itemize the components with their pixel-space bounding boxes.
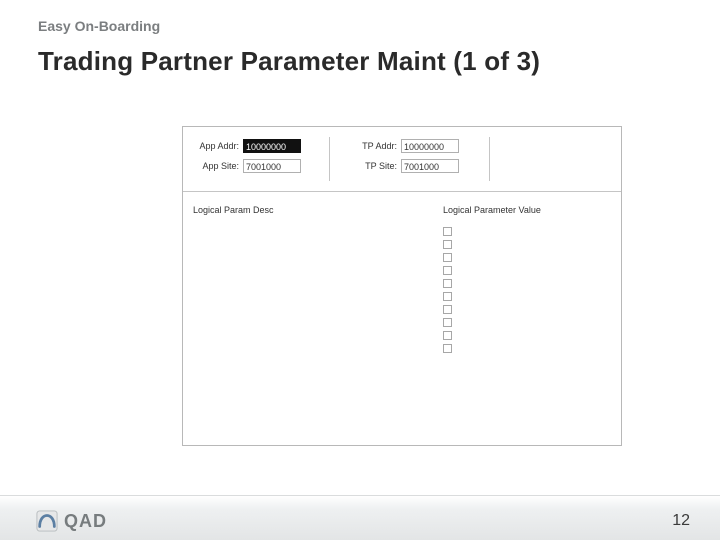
form-panel: App Addr: 10000000 App Site: 7001000 TP … bbox=[182, 126, 622, 446]
param-checkbox[interactable] bbox=[443, 266, 452, 275]
column-header-value: Logical Parameter Value bbox=[443, 205, 541, 215]
tp-addr-field[interactable]: 10000000 bbox=[401, 139, 459, 153]
param-checkbox[interactable] bbox=[443, 331, 452, 340]
footer: QAD 12 bbox=[0, 495, 720, 540]
page-title: Trading Partner Parameter Maint (1 of 3) bbox=[38, 46, 540, 77]
param-checkbox[interactable] bbox=[443, 344, 452, 353]
form-header: App Addr: 10000000 App Site: 7001000 TP … bbox=[183, 127, 621, 191]
brand-logo: QAD bbox=[36, 510, 107, 532]
tp-addr-label: TP Addr: bbox=[341, 141, 397, 151]
param-checkbox[interactable] bbox=[443, 318, 452, 327]
app-addr-field[interactable]: 10000000 bbox=[243, 139, 301, 153]
section-pretitle: Easy On-Boarding bbox=[38, 18, 160, 34]
column-header-desc: Logical Param Desc bbox=[193, 205, 274, 215]
separator bbox=[489, 137, 490, 181]
param-checkbox[interactable] bbox=[443, 279, 452, 288]
param-checkbox[interactable] bbox=[443, 292, 452, 301]
brand-name: QAD bbox=[64, 511, 107, 532]
divider bbox=[183, 191, 621, 192]
param-checkbox[interactable] bbox=[443, 240, 452, 249]
app-addr-label: App Addr: bbox=[183, 141, 239, 151]
separator bbox=[329, 137, 330, 181]
page-number: 12 bbox=[672, 512, 690, 530]
param-checkbox[interactable] bbox=[443, 227, 452, 236]
param-checkbox[interactable] bbox=[443, 253, 452, 262]
param-checkbox[interactable] bbox=[443, 305, 452, 314]
tp-site-field[interactable]: 7001000 bbox=[401, 159, 459, 173]
logo-icon bbox=[36, 510, 58, 532]
app-site-label: App Site: bbox=[183, 161, 239, 171]
slide: Easy On-Boarding Trading Partner Paramet… bbox=[0, 0, 720, 540]
app-site-field[interactable]: 7001000 bbox=[243, 159, 301, 173]
tp-site-label: TP Site: bbox=[341, 161, 397, 171]
